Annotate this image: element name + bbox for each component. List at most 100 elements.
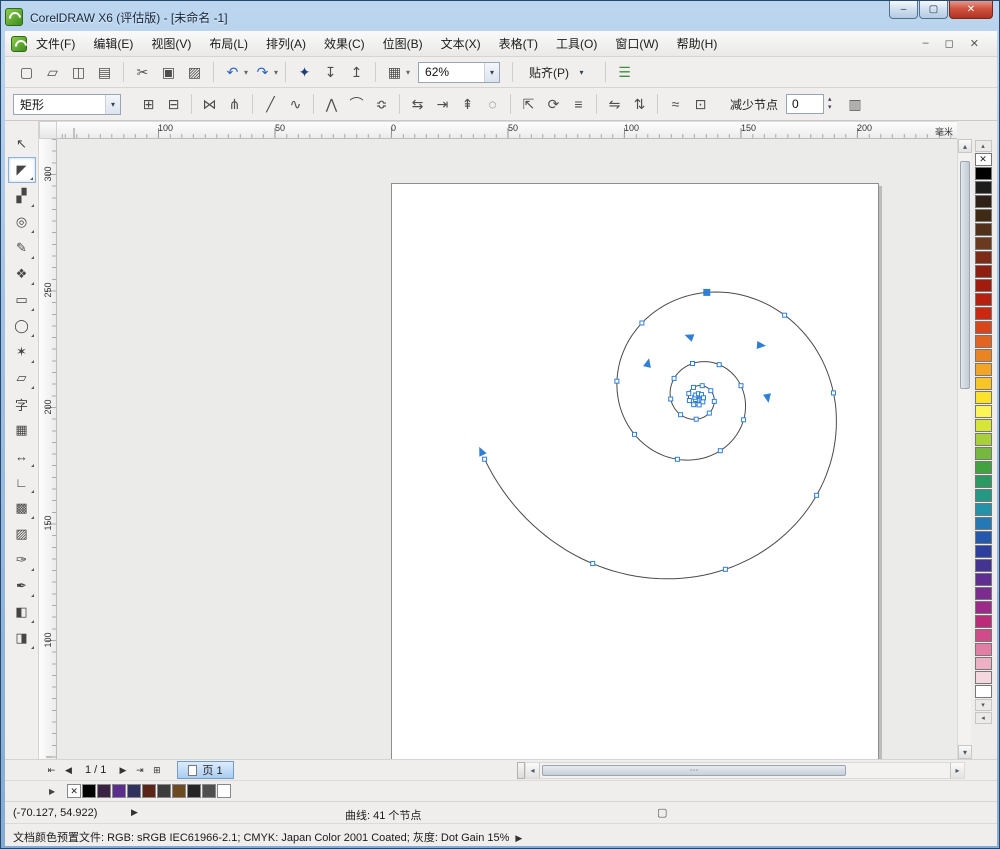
redo-dropdown-icon[interactable]: ▾ — [274, 68, 278, 77]
reverse-direction-icon[interactable]: ⇆ — [406, 93, 429, 116]
menu-table[interactable]: 表格(T) — [490, 31, 547, 56]
horizontal-scrollbar[interactable]: ◂ ⋯ ▸ — [525, 762, 965, 779]
crop-tool[interactable]: ▞ — [8, 183, 36, 209]
application-launcher-icon[interactable]: ▦ — [383, 61, 406, 84]
palette-swatch[interactable] — [975, 573, 992, 586]
palette-swatch[interactable] — [975, 293, 992, 306]
doc-palette-swatch[interactable] — [142, 784, 156, 798]
doc-palette-swatch[interactable] — [82, 784, 96, 798]
palette-swatch[interactable] — [975, 279, 992, 292]
freehand-tool[interactable]: ✎ — [8, 235, 36, 261]
add-page-button[interactable]: ⊞ — [148, 765, 165, 776]
palette-swatch[interactable] — [975, 475, 992, 488]
doc-palette-swatch-none[interactable]: ✕ — [67, 784, 81, 798]
vertical-scrollbar[interactable]: ▴ ▾ — [957, 139, 971, 759]
palette-swatch[interactable] — [975, 461, 992, 474]
palette-scroll-up-icon[interactable]: ▴ — [975, 140, 992, 152]
menu-file[interactable]: 文件(F) — [27, 31, 84, 56]
add-node-icon[interactable]: ⊞ — [137, 93, 160, 116]
palette-swatch[interactable] — [975, 251, 992, 264]
window-minimize-button[interactable]: – — [889, 1, 918, 19]
curve-node[interactable] — [783, 313, 787, 317]
doc-palette-swatch[interactable] — [172, 784, 186, 798]
print-icon[interactable]: ▤ — [93, 61, 116, 84]
extract-subpath-icon[interactable]: ⇞ — [456, 93, 479, 116]
menu-text[interactable]: 文本(X) — [432, 31, 490, 56]
symmetrical-node-icon[interactable]: ≎ — [370, 93, 393, 116]
reflect-horizontal-icon[interactable]: ⇋ — [603, 93, 626, 116]
application-launcher-dropdown-icon[interactable]: ▾ — [406, 68, 410, 77]
doc-close-button[interactable]: ✕ — [970, 37, 979, 50]
palette-swatch[interactable] — [975, 181, 992, 194]
transparency-tool[interactable]: ▨ — [8, 521, 36, 547]
palette-swatch[interactable] — [975, 531, 992, 544]
menu-bitmaps[interactable]: 位图(B) — [374, 31, 432, 56]
palette-swatch[interactable] — [975, 517, 992, 530]
curve-node[interactable] — [691, 362, 695, 366]
stepper-up-icon[interactable]: ▴ — [828, 96, 832, 104]
menu-window[interactable]: 窗口(W) — [606, 31, 667, 56]
previous-page-button[interactable]: ◀ — [60, 765, 77, 776]
palette-swatch[interactable] — [975, 545, 992, 558]
doc-minimize-button[interactable]: – — [923, 37, 929, 50]
rotate-nodes-icon[interactable]: ⟳ — [542, 93, 565, 116]
palette-swatch[interactable] — [975, 587, 992, 600]
palette-swatch[interactable] — [975, 377, 992, 390]
parallel-dimension-tool[interactable]: ↔ — [8, 443, 36, 469]
ellipse-tool[interactable]: ◯ — [8, 313, 36, 339]
menu-help[interactable]: 帮助(H) — [668, 31, 727, 56]
open-icon[interactable]: ▱ — [41, 61, 64, 84]
menu-layout[interactable]: 布局(L) — [200, 31, 257, 56]
basic-shapes-tool[interactable]: ▱ — [8, 365, 36, 391]
curve-node-selected[interactable] — [704, 289, 710, 295]
curve-node[interactable] — [702, 396, 706, 400]
curve-node[interactable] — [694, 417, 698, 421]
scroll-up-icon[interactable]: ▴ — [958, 139, 972, 153]
save-icon[interactable]: ◫ — [67, 61, 90, 84]
window-maximize-button[interactable]: ▢ — [919, 1, 948, 19]
palette-swatch[interactable] — [975, 447, 992, 460]
select-all-nodes-icon[interactable]: ⊡ — [689, 93, 712, 116]
cut-icon[interactable]: ✂ — [131, 61, 154, 84]
doc-palette-swatch[interactable] — [127, 784, 141, 798]
curve-node[interactable] — [483, 457, 487, 461]
doc-restore-button[interactable]: ◻ — [945, 37, 954, 50]
elastic-mode-icon[interactable]: ≈ — [664, 93, 687, 116]
smooth-node-icon[interactable]: ⌒ — [345, 93, 368, 116]
curve-node[interactable] — [742, 418, 746, 422]
menu-view[interactable]: 视图(V) — [142, 31, 200, 56]
palette-swatch[interactable] — [975, 433, 992, 446]
palette-swatch[interactable] — [975, 349, 992, 362]
zoom-combo-arrow-icon[interactable]: ▾ — [484, 63, 499, 82]
curve-node[interactable] — [687, 392, 691, 396]
palette-swatch[interactable] — [975, 419, 992, 432]
vertical-scroll-thumb[interactable] — [960, 161, 970, 389]
curve-node[interactable] — [815, 493, 819, 497]
reflect-vertical-icon[interactable]: ⇅ — [628, 93, 651, 116]
zoom-level-combo[interactable]: 62%▾ — [418, 62, 500, 83]
palette-swatch[interactable] — [975, 405, 992, 418]
reduce-nodes-stepper[interactable]: ▴ ▾ — [828, 96, 832, 111]
window-close-button[interactable]: ✕ — [949, 1, 993, 19]
connector-tool[interactable]: ∟ — [8, 469, 36, 495]
palette-swatch[interactable] — [975, 615, 992, 628]
drop-shadow-tool[interactable]: ▩ — [8, 495, 36, 521]
curve-node[interactable] — [723, 567, 727, 571]
text-tool[interactable]: 字 — [8, 391, 36, 417]
curve-smoothness-icon[interactable]: ▥ — [844, 93, 867, 116]
curve-node[interactable] — [669, 397, 673, 401]
curve-node[interactable] — [615, 379, 619, 383]
vertical-ruler[interactable]: 300250200150100 — [39, 139, 57, 759]
import-icon[interactable]: ↧ — [319, 61, 342, 84]
table-tool[interactable]: ▦ — [8, 417, 36, 443]
palette-swatch-none[interactable]: ✕ — [975, 153, 992, 166]
delete-node-icon[interactable]: ⊟ — [162, 93, 185, 116]
palette-swatch[interactable] — [975, 223, 992, 236]
pick-tool[interactable]: ↖ — [8, 131, 36, 157]
curve-node[interactable] — [687, 399, 691, 403]
color-eyedropper-tool[interactable]: ✑ — [8, 547, 36, 573]
menu-edit[interactable]: 编辑(E) — [84, 31, 142, 56]
doc-palette-swatch[interactable] — [202, 784, 216, 798]
curve-node[interactable] — [718, 449, 722, 453]
palette-swatch[interactable] — [975, 335, 992, 348]
